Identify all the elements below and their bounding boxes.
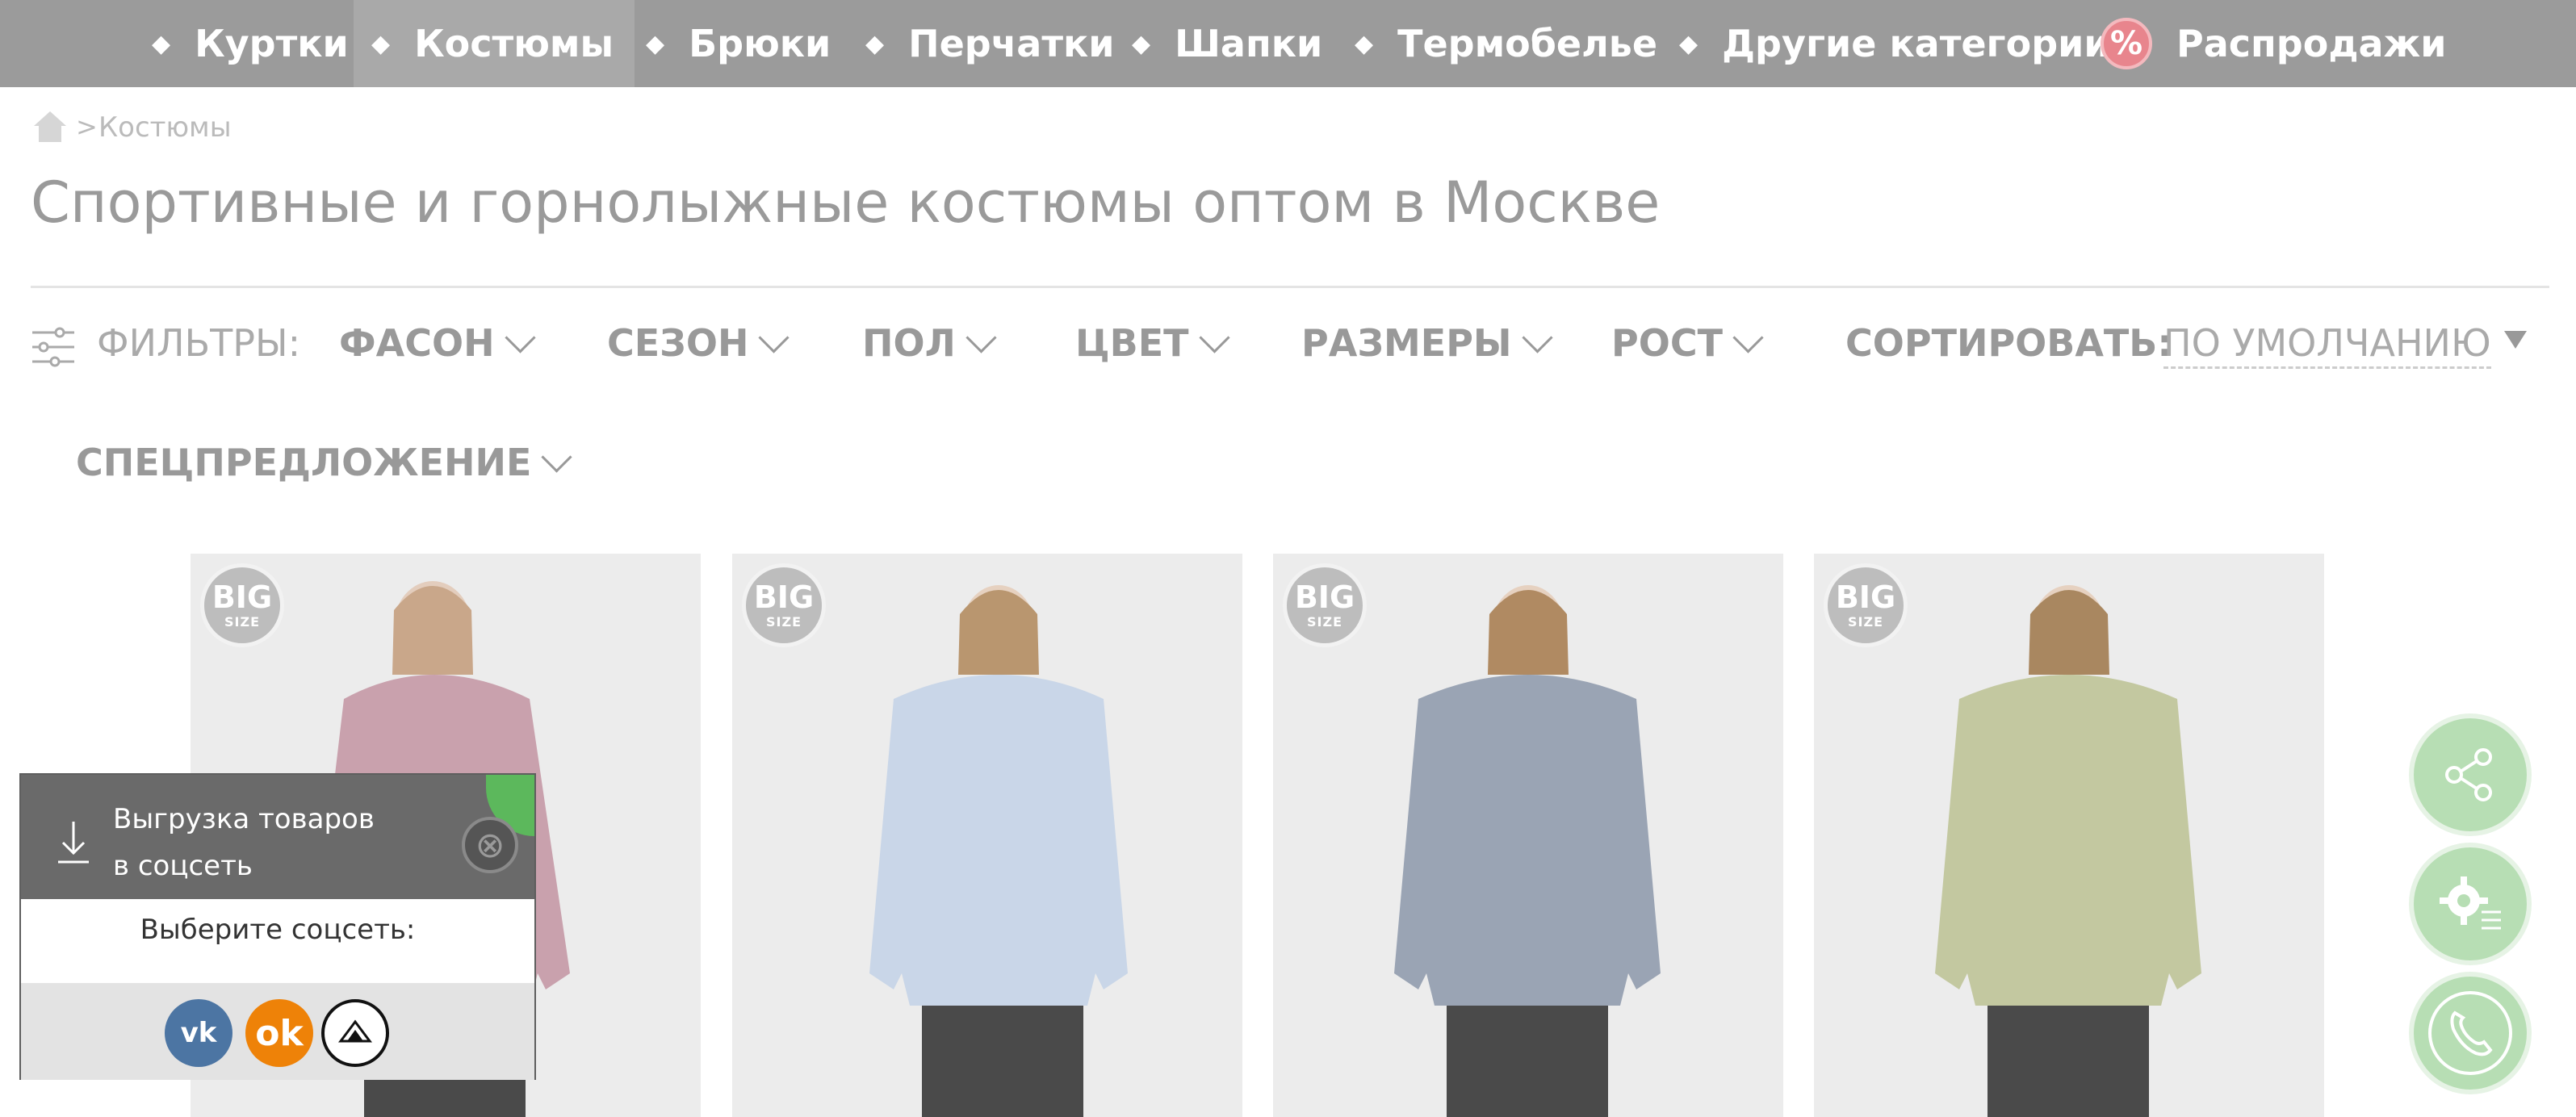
vk-button[interactable]: vk: [165, 999, 232, 1067]
big-size-badge: BIG SIZE: [1824, 563, 1908, 647]
nav-item-label: Другие категории: [1722, 22, 2110, 65]
nav-item-hats[interactable]: ◆ Шапки: [1132, 0, 1322, 87]
call-button[interactable]: [2414, 977, 2527, 1090]
big-size-badge: BIG SIZE: [742, 563, 826, 647]
diamond-icon: ◆: [646, 29, 665, 58]
filter-label: ФАСОН: [339, 321, 495, 365]
chevron-down-icon: [1521, 321, 1553, 354]
popup-title: Выгрузка товаров в соцсеть: [113, 796, 420, 889]
badge-subtext: SIZE: [1306, 614, 1342, 630]
nav-item-label: Костюмы: [414, 22, 614, 65]
nav-item-sales[interactable]: % Распродажи: [2101, 0, 2447, 87]
filter-label: РАЗМЕРЫ: [1301, 321, 1512, 365]
nav-item-trousers[interactable]: ◆ Брюки: [646, 0, 831, 87]
gear-icon: [2440, 876, 2501, 930]
filter-height-dropdown[interactable]: РОСТ: [1611, 321, 1764, 365]
badge-text: BIG: [1294, 579, 1355, 615]
product-card[interactable]: BIG SIZE: [1814, 554, 2324, 1117]
title-divider: [31, 286, 2549, 288]
chevron-down-icon: [541, 441, 573, 473]
nav-item-thermal[interactable]: ◆ Термобелье: [1355, 0, 1657, 87]
odnoklassniki-button[interactable]: ok: [245, 999, 313, 1067]
chevron-down-icon: [1198, 321, 1230, 354]
nav-item-label: Шапки: [1175, 22, 1323, 65]
choose-network-label: Выберите соцсеть:: [140, 914, 416, 946]
nav-item-label: Перчатки: [908, 22, 1115, 65]
breadcrumb-separator: >: [76, 111, 98, 142]
badge-text: BIG: [753, 579, 815, 615]
badge-subtext: SIZE: [224, 614, 260, 630]
diamond-icon: ◆: [1679, 29, 1698, 58]
percent-icon: %: [2101, 18, 2152, 69]
big-size-badge: BIG SIZE: [1283, 563, 1367, 647]
filter-sliders-icon: [32, 327, 74, 367]
badge-text: BIG: [212, 579, 273, 615]
sort-select[interactable]: ПО УМОЛЧАНИЮ: [2163, 321, 2491, 369]
chevron-down-icon: [965, 321, 997, 354]
chevron-down-icon: [505, 321, 536, 354]
filter-sizes-dropdown[interactable]: РАЗМЕРЫ: [1301, 321, 1553, 365]
chevron-down-icon: [758, 321, 790, 354]
filters-label: ФИЛЬТРЫ:: [97, 321, 301, 365]
diamond-icon: ◆: [152, 29, 171, 58]
download-icon: [58, 822, 89, 864]
chevron-down-icon: [1732, 321, 1764, 354]
nav-item-gloves[interactable]: ◆ Перчатки: [865, 0, 1114, 87]
big-size-badge: BIG SIZE: [200, 563, 284, 647]
settings-button[interactable]: [2414, 847, 2527, 960]
popup-title-line: в соцсеть: [113, 850, 253, 882]
filter-label: ЦВЕТ: [1075, 321, 1189, 365]
nav-item-suits[interactable]: ◆ Костюмы: [354, 0, 635, 87]
home-icon[interactable]: [32, 110, 68, 144]
other-network-button[interactable]: [321, 999, 389, 1067]
nav-item-other-categories[interactable]: ◆ Другие категории: [1679, 0, 2110, 87]
badge-subtext: SIZE: [765, 614, 802, 630]
nav-item-label: Куртки: [195, 22, 349, 65]
breadcrumb-current[interactable]: Костюмы: [98, 111, 232, 144]
badge-subtext: SIZE: [1847, 614, 1883, 630]
share-button[interactable]: [2414, 718, 2527, 831]
product-card[interactable]: BIG SIZE: [1273, 554, 1783, 1117]
filter-special-offer-dropdown[interactable]: СПЕЦПРЕДЛОЖЕНИЕ: [76, 441, 573, 484]
phone-icon: [2428, 991, 2512, 1075]
nav-item-label: Брюки: [689, 22, 831, 65]
top-nav: ◆ Куртки ◆ Костюмы ◆ Брюки ◆ Перчатки ◆ …: [0, 0, 2576, 87]
social-export-popup: Выгрузка товаров в соцсеть ⊗ Выберите со…: [19, 773, 536, 1080]
nav-item-label: Термобелье: [1397, 22, 1658, 65]
filter-style-dropdown[interactable]: ФАСОН: [339, 321, 536, 365]
nav-item-label: Распродажи: [2176, 22, 2447, 65]
sort-label: СОРТИРОВАТЬ:: [1845, 321, 2172, 365]
diamond-icon: ◆: [865, 29, 885, 58]
vk-icon: vk: [180, 1017, 217, 1049]
diamond-icon: ◆: [1355, 29, 1374, 58]
popup-title-line: Выгрузка товаров: [113, 803, 375, 835]
filter-label: РОСТ: [1611, 321, 1723, 365]
share-icon: [2445, 748, 2492, 801]
caret-down-icon[interactable]: [2504, 331, 2527, 349]
filter-label: СПЕЦПРЕДЛОЖЕНИЕ: [76, 441, 532, 484]
filter-label: СЕЗОН: [607, 321, 749, 365]
odnoklassniki-icon: ok: [255, 1012, 304, 1054]
filter-gender-dropdown[interactable]: ПОЛ: [862, 321, 997, 365]
filter-color-dropdown[interactable]: ЦВЕТ: [1075, 321, 1230, 365]
page-title: Спортивные и горнолыжные костюмы оптом в…: [31, 169, 1661, 236]
filter-label: ПОЛ: [862, 321, 956, 365]
nav-item-jackets[interactable]: ◆ Куртки: [152, 0, 349, 87]
diamond-icon: ◆: [371, 29, 391, 58]
network-icon: [338, 1019, 372, 1043]
popup-header: Выгрузка товаров в соцсеть ⊗: [21, 775, 534, 899]
badge-text: BIG: [1835, 579, 1896, 615]
close-button[interactable]: ⊗: [462, 817, 518, 873]
product-card[interactable]: BIG SIZE: [732, 554, 1242, 1117]
close-icon: ⊗: [475, 824, 505, 866]
filter-season-dropdown[interactable]: СЕЗОН: [607, 321, 790, 365]
diamond-icon: ◆: [1132, 29, 1151, 58]
